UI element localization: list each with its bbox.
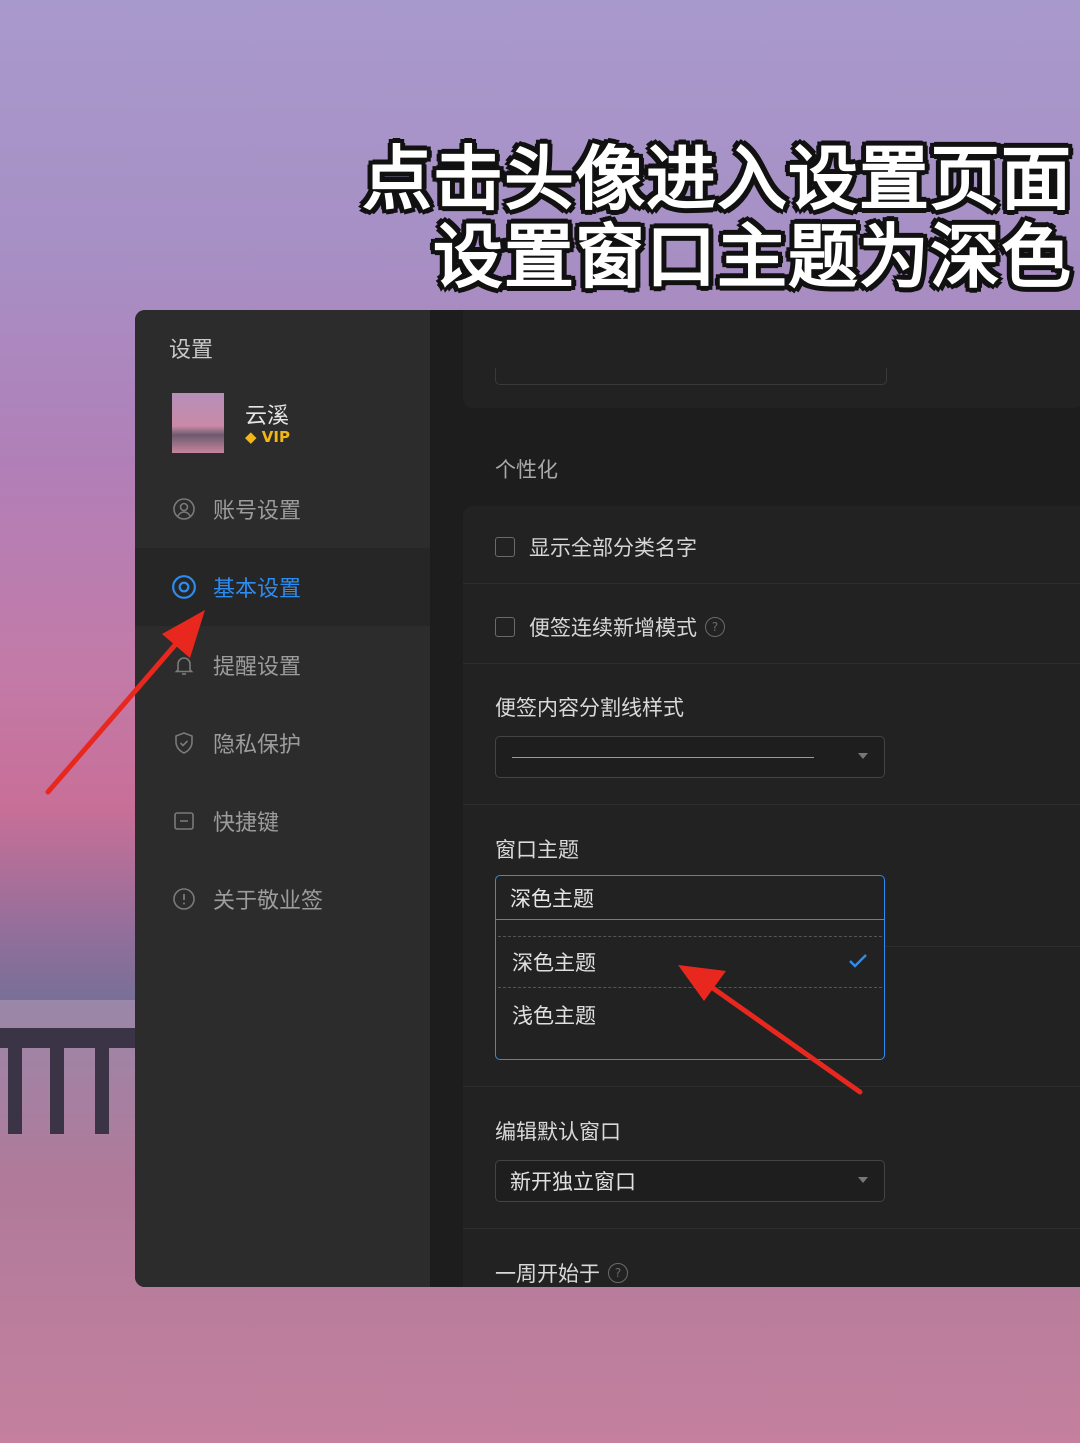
sidebar-item-reminder[interactable]: 提醒设置: [135, 626, 430, 704]
overlay-caption: 点击头像进入设置页面 设置窗口主题为深色: [362, 140, 1072, 296]
help-icon[interactable]: ?: [608, 1263, 628, 1283]
divider-style-label: 便签内容分割线样式: [495, 696, 684, 720]
checkbox[interactable]: [495, 617, 515, 637]
sidebar-item-shortcuts[interactable]: 快捷键: [135, 782, 430, 860]
sidebar-item-label: 关于敬业签: [213, 889, 324, 914]
previous-select-edge: [495, 368, 887, 385]
sidebar-item-privacy[interactable]: 隐私保护: [135, 704, 430, 782]
selected-value: 新开独立窗口: [510, 1170, 636, 1194]
settings-content: 个性化 显示全部分类名字 便签连续新增模式 ? 便签内容分割线样式 窗口主题 深…: [430, 310, 1080, 1287]
option-continuous-add[interactable]: 便签连续新增模式 ?: [495, 612, 725, 642]
sidebar-item-label: 提醒设置: [213, 655, 302, 680]
sidebar-item-account[interactable]: 账号设置: [135, 470, 430, 548]
theme-option-dark[interactable]: 深色主题: [498, 936, 882, 988]
sidebar: 设置 云溪 ◆ VIP 账号设置 基本设置 提醒设置 隐私保护 快捷键 关于敬业…: [135, 310, 430, 1287]
bridge-pillar: [8, 1048, 22, 1134]
edit-default-window-select[interactable]: 新开独立窗口: [495, 1160, 885, 1202]
sidebar-item-about[interactable]: 关于敬业签: [135, 860, 430, 938]
week-start-label: 一周开始于: [495, 1262, 600, 1286]
vip-badge-label: VIP: [261, 428, 290, 446]
option-show-category-names[interactable]: 显示全部分类名字: [495, 532, 697, 562]
sidebar-item-label: 账号设置: [213, 499, 302, 524]
line-style-preview: [512, 757, 814, 758]
sidebar-item-label: 基本设置: [213, 577, 302, 602]
vip-badge: ◆ VIP: [245, 428, 290, 446]
username: 云溪: [245, 404, 290, 429]
chevron-down-icon: [858, 753, 868, 759]
user-icon: [171, 496, 197, 522]
overlay-caption-line1: 点击头像进入设置页面: [362, 138, 1072, 220]
divider: [463, 583, 1080, 584]
card-previous: [463, 310, 1080, 408]
overlay-caption-line2: 设置窗口主题为深色: [433, 216, 1072, 298]
settings-icon: [171, 574, 197, 600]
option-label: 显示全部分类名字: [529, 536, 697, 560]
selected-value: 深色主题: [510, 886, 594, 911]
week-start-row: 一周开始于 ?: [495, 1258, 628, 1287]
chevron-down-icon: [858, 1177, 868, 1183]
option-label: 浅色主题: [512, 1004, 596, 1028]
bell-icon: [171, 652, 197, 678]
shield-icon: [171, 730, 197, 756]
help-icon[interactable]: ?: [705, 617, 725, 637]
avatar[interactable]: [172, 393, 224, 453]
sidebar-item-label: 快捷键: [213, 811, 280, 836]
diamond-icon: ◆: [245, 428, 257, 446]
settings-window: 设置 云溪 ◆ VIP 账号设置 基本设置 提醒设置 隐私保护 快捷键 关于敬业…: [135, 310, 1080, 1287]
bridge-pillar: [50, 1048, 64, 1134]
option-label: 便签连续新增模式: [529, 616, 697, 640]
keyboard-icon: [171, 808, 197, 834]
edit-default-window-label: 编辑默认窗口: [495, 1120, 621, 1144]
sidebar-item-label: 隐私保护: [213, 733, 302, 758]
bridge-pillar: [95, 1048, 109, 1134]
window-theme-select[interactable]: 深色主题: [496, 876, 884, 920]
info-icon: [171, 886, 197, 912]
option-label: 深色主题: [512, 951, 596, 975]
divider: [885, 946, 1080, 947]
section-personalize: 个性化: [495, 458, 558, 482]
sidebar-title: 设置: [169, 338, 214, 363]
divider: [463, 663, 1080, 664]
checkbox[interactable]: [495, 537, 515, 557]
divider: [463, 1086, 1080, 1087]
divider: [463, 804, 1080, 805]
window-theme-label: 窗口主题: [495, 838, 579, 862]
background-bridge: [0, 1028, 140, 1048]
theme-option-light[interactable]: 浅色主题: [498, 990, 882, 1040]
divider: [463, 1228, 1080, 1229]
window-theme-dropdown[interactable]: 深色主题 深色主题 浅色主题: [495, 875, 885, 1060]
sidebar-item-basic[interactable]: 基本设置: [135, 548, 430, 626]
divider-style-select[interactable]: [495, 736, 885, 778]
checkmark-icon: [849, 954, 867, 968]
